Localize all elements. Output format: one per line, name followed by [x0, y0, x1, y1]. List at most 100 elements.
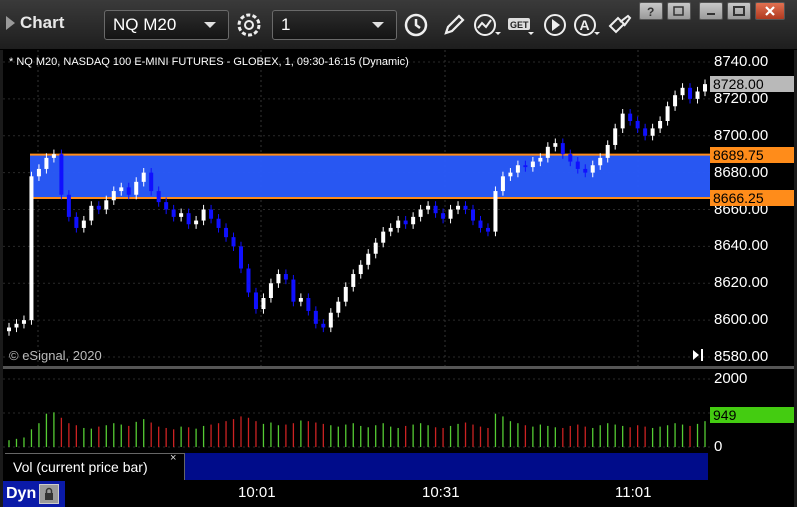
candle-body [156, 191, 161, 203]
candle-body [568, 154, 573, 162]
candle-body [111, 191, 116, 201]
alert-icon[interactable]: A [572, 10, 602, 40]
time-tick-label: 10:31 [422, 484, 460, 501]
candle-body [44, 157, 49, 169]
price-pane[interactable] [3, 50, 710, 366]
price-chart-svg[interactable] [3, 50, 710, 366]
play-icon[interactable] [540, 10, 570, 40]
candle-body [680, 87, 685, 96]
minimize-icon[interactable] [699, 2, 723, 20]
candle-body [336, 301, 341, 313]
candle-body [411, 216, 416, 225]
volume-tick-label: 2000 [714, 370, 748, 387]
candle-body [485, 227, 490, 232]
candle-body [665, 106, 670, 121]
candle-body [276, 274, 281, 284]
candle-body [149, 172, 154, 192]
volume-current-tag: 949 [710, 406, 794, 423]
time-axis[interactable] [3, 480, 794, 507]
candle-body [186, 213, 191, 225]
candle-body [201, 209, 206, 221]
svg-text:A: A [580, 17, 590, 33]
candle-body [605, 144, 610, 158]
study-icon[interactable] [472, 10, 502, 40]
candle-body [560, 143, 565, 155]
candle-body [7, 327, 11, 332]
candle-body [658, 121, 663, 129]
time-tick-label: 10:01 [238, 484, 276, 501]
candle-body [81, 220, 86, 228]
interval-dropdown-icon[interactable] [372, 22, 384, 28]
candle-body [463, 205, 468, 210]
link-icon[interactable] [605, 10, 635, 40]
restore-icon[interactable]: ? [639, 2, 663, 20]
candle-body [433, 205, 438, 214]
candle-body [673, 95, 678, 107]
get-icon[interactable]: GET [506, 10, 536, 40]
chart-description: * NQ M20, NASDAQ 100 E-MINI FUTURES - GL… [9, 56, 409, 68]
app-title-text: Chart [20, 13, 65, 32]
price-tick-label: 8720.00 [714, 89, 769, 107]
clock-icon[interactable] [401, 10, 431, 40]
pencil-icon[interactable] [439, 10, 469, 40]
price-tick-label: 8580.00 [714, 348, 769, 365]
lock-icon[interactable] [39, 484, 60, 504]
candle-body [441, 213, 446, 219]
volume-close-icon[interactable]: × [170, 452, 176, 464]
candle-body [553, 143, 558, 147]
maximize-icon[interactable] [727, 2, 751, 20]
last-price-tag: 8728.00 [710, 76, 794, 93]
scroll-end-icon [693, 350, 699, 360]
candle-body [29, 176, 34, 321]
tile-icon[interactable] [667, 2, 691, 20]
volume-axis[interactable]: 200010000949 [710, 369, 794, 480]
candle-body [328, 312, 333, 328]
volume-study-label-box[interactable]: Vol (current price bar) [5, 453, 185, 480]
price-tick-label: 8620.00 [714, 274, 769, 292]
price-tick-label: 8680.00 [714, 163, 769, 181]
candle-body [388, 227, 393, 232]
symbol-combo[interactable]: NQ M20 [104, 10, 229, 40]
settings-gear-icon[interactable] [234, 10, 264, 40]
candle-body [515, 165, 520, 173]
candle-body [283, 274, 288, 280]
candle-body [66, 194, 71, 217]
symbol-dropdown-icon[interactable] [204, 22, 216, 28]
candle-body [530, 161, 535, 168]
volume-tick-label: 0 [714, 438, 723, 455]
interval-value[interactable]: 1 [281, 15, 372, 35]
candle-body [261, 298, 266, 310]
price-tick-label: 8600.00 [714, 311, 769, 329]
menu-chevron-icon[interactable] [6, 16, 15, 30]
candle-body [373, 242, 378, 254]
candle-body [493, 191, 498, 232]
candle-body [59, 154, 64, 195]
candle-body [343, 286, 348, 302]
candle-body [74, 216, 79, 228]
volume-study-label: Vol (current price bar) [13, 459, 148, 475]
candle-body [14, 323, 19, 328]
close-icon[interactable] [755, 2, 785, 20]
candle-body [119, 187, 124, 192]
candle-body [253, 292, 258, 310]
candle-body [104, 200, 109, 210]
symbol-value[interactable]: NQ M20 [113, 15, 204, 35]
candle-body [224, 227, 229, 238]
candle-body [134, 181, 139, 195]
price-axis[interactable]: 8740.00 8720.00 8700.00 8680.00 8660.00 8640.… [710, 50, 794, 366]
candle-body [291, 279, 296, 302]
volume-label-bar [185, 453, 708, 480]
dyn-box[interactable]: Dyn [3, 481, 65, 507]
candle-body [471, 209, 475, 221]
candle-body [643, 128, 648, 136]
interval-combo[interactable]: 1 [272, 10, 397, 40]
app-title[interactable]: Chart [6, 10, 64, 36]
candle-body [695, 91, 700, 99]
svg-text:?: ? [647, 5, 654, 17]
svg-text:GET: GET [510, 20, 529, 30]
candle-body [418, 209, 423, 217]
candle-body [703, 84, 707, 92]
candle-body [298, 298, 303, 302]
candle-body [545, 146, 550, 158]
candle-body [456, 205, 461, 210]
